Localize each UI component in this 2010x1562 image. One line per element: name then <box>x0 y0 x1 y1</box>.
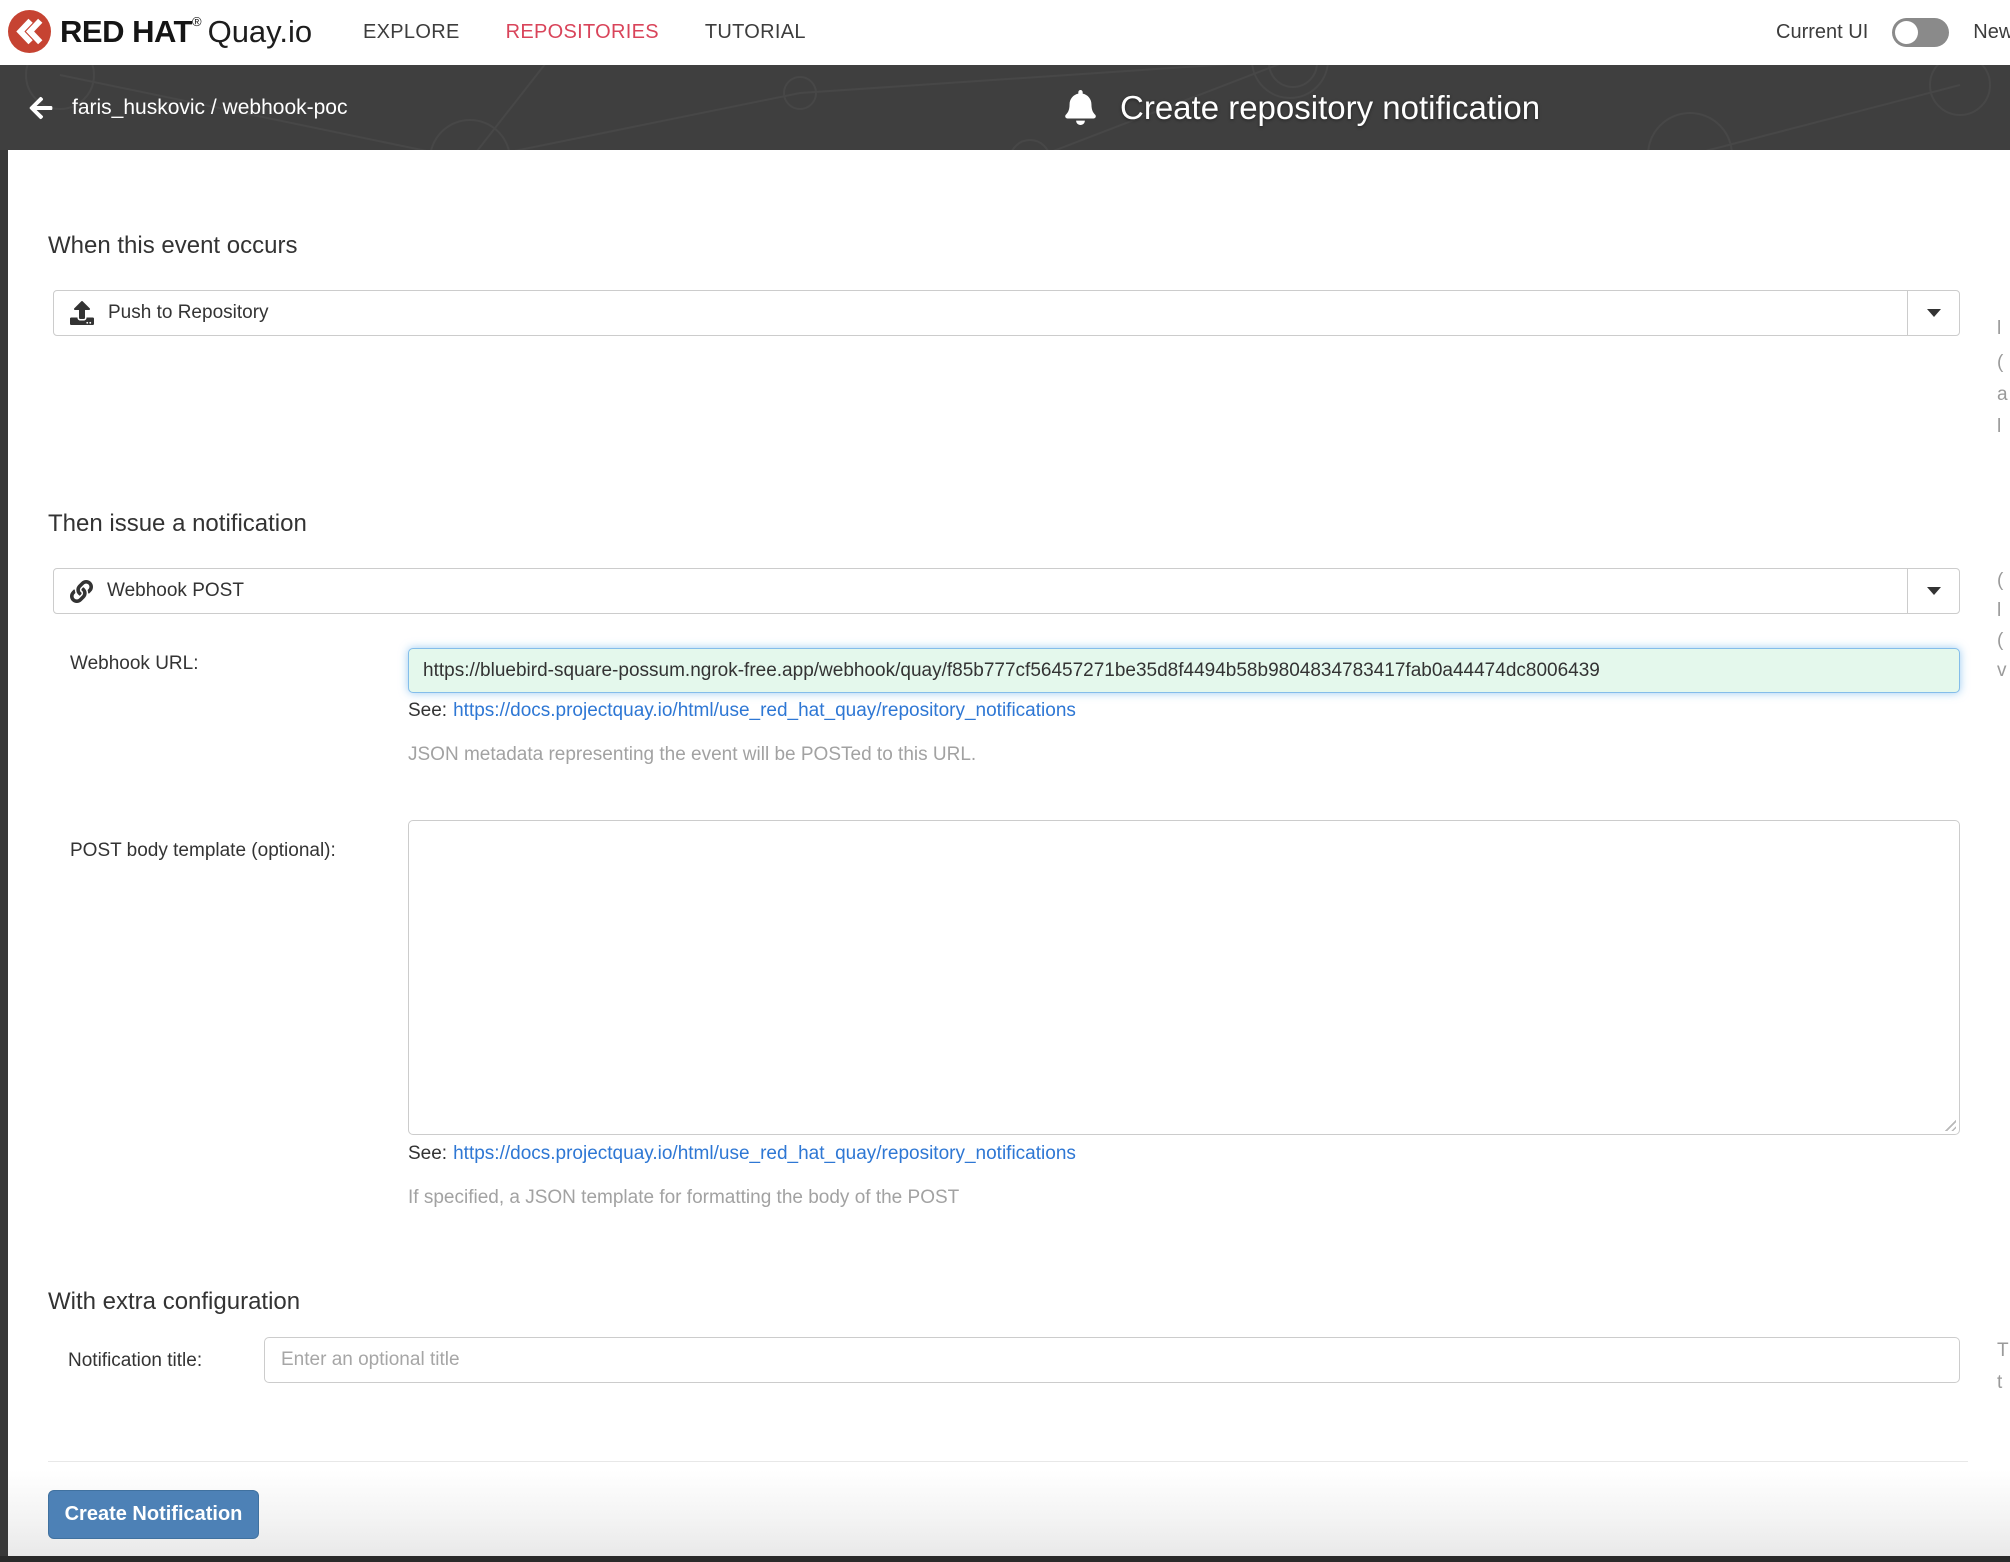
page-title: Create repository notification <box>1120 89 1540 127</box>
breadcrumb[interactable]: faris_huskovic / webhook-poc <box>72 96 347 120</box>
notification-form-panel: When this event occurs Push to Repositor… <box>8 150 2010 1562</box>
top-navbar: RED HAT® Quay.io EXPLORE REPOSITORIES TUT… <box>0 0 2010 65</box>
footer-area: Create Notification <box>8 1470 2010 1562</box>
post-body-help-text: If specified, a JSON template for format… <box>408 1187 959 1209</box>
brand-product-label: Quay.io <box>208 14 313 49</box>
edge-fragment: l <box>1997 416 2001 438</box>
chain-link-icon <box>70 580 93 603</box>
brand-text: RED HAT® Quay.io <box>60 14 312 50</box>
webhook-url-label: Webhook URL: <box>70 653 199 675</box>
event-dropdown-caret-button[interactable] <box>1907 291 1959 335</box>
new-ui-label: New <box>1973 21 2010 44</box>
event-dropdown-value: Push to Repository <box>108 302 269 324</box>
edge-fragment: v <box>1997 660 2007 682</box>
webhook-help-text: JSON metadata representing the event wil… <box>408 744 976 766</box>
notification-title-label: Notification title: <box>68 1350 202 1372</box>
left-edge-strip <box>0 150 8 1562</box>
webhook-url-input[interactable] <box>408 648 1960 693</box>
upload-icon <box>70 301 94 325</box>
post-body-label: POST body template (optional): <box>70 840 336 862</box>
edge-fragment: l <box>1997 318 2001 340</box>
back-arrow-icon[interactable] <box>28 95 54 121</box>
edge-fragment: l <box>1997 600 2001 622</box>
registered-mark: ® <box>192 14 202 29</box>
event-section-heading: When this event occurs <box>48 232 297 260</box>
bottom-edge-bar <box>0 1556 2010 1562</box>
post-body-see-line: See: https://docs.projectquay.io/html/use… <box>408 1143 1076 1165</box>
notification-dropdown-caret-button[interactable] <box>1907 569 1959 613</box>
ui-toggle[interactable] <box>1892 18 1949 47</box>
post-body-docs-link[interactable]: https://docs.projectquay.io/html/use_red… <box>453 1143 1076 1164</box>
brand-redhat-label: RED HAT <box>60 14 192 49</box>
footer-divider <box>48 1461 1968 1462</box>
create-notification-button[interactable]: Create Notification <box>48 1490 259 1539</box>
current-ui-label: Current UI <box>1776 21 1868 44</box>
bell-icon <box>1063 90 1098 125</box>
edge-fragment: t <box>1997 1372 2002 1394</box>
webhook-docs-link[interactable]: https://docs.projectquay.io/html/use_red… <box>453 700 1076 721</box>
ui-version-switch: Current UI New <box>1776 0 2010 65</box>
toggle-knob <box>1895 21 1918 44</box>
nav-links: EXPLORE REPOSITORIES TUTORIAL <box>363 0 806 65</box>
see-prefix: See: <box>408 1143 447 1164</box>
nav-link-repositories[interactable]: REPOSITORIES <box>506 21 659 44</box>
nav-link-explore[interactable]: EXPLORE <box>363 21 460 44</box>
notification-method-dropdown[interactable]: Webhook POST <box>53 568 1960 614</box>
page-header: faris_huskovic / webhook-poc Create repo… <box>0 65 2010 150</box>
edge-fragment: T <box>1997 1340 2009 1362</box>
extra-config-heading: With extra configuration <box>48 1288 300 1316</box>
edge-fragment: ( <box>1997 630 2003 652</box>
edge-fragment: ( <box>1997 570 2003 592</box>
event-dropdown[interactable]: Push to Repository <box>53 290 1960 336</box>
quay-logo-icon <box>8 10 51 53</box>
caret-down-icon <box>1927 587 1941 595</box>
edge-fragment: a <box>1997 384 2008 406</box>
webhook-see-line: See: https://docs.projectquay.io/html/use… <box>408 700 1076 722</box>
brand-home-link[interactable]: RED HAT® Quay.io <box>8 10 312 53</box>
notification-title-input[interactable] <box>264 1337 1960 1383</box>
caret-down-icon <box>1927 309 1941 317</box>
nav-link-tutorial[interactable]: TUTORIAL <box>705 21 806 44</box>
see-prefix: See: <box>408 700 447 721</box>
edge-fragment: ( <box>1997 352 2003 374</box>
notification-section-heading: Then issue a notification <box>48 510 307 538</box>
post-body-textarea[interactable] <box>408 820 1960 1135</box>
notification-method-dropdown-value: Webhook POST <box>107 580 244 602</box>
